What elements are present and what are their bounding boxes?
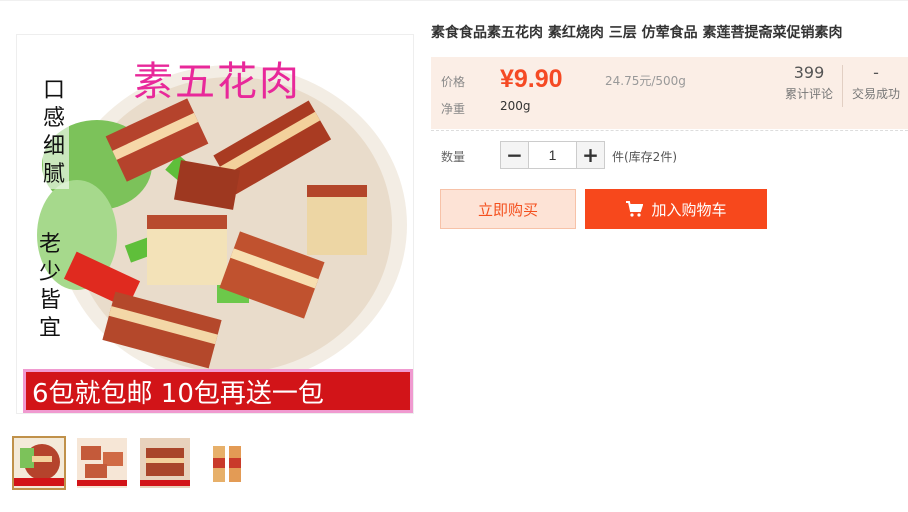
price-label: 价格 [441,75,466,89]
sales-label: 交易成功 [851,87,900,101]
stat-divider [842,65,843,107]
thumbnail-main-photo[interactable] [12,436,66,490]
plus-icon[interactable]: + [576,142,604,168]
sales-stat: - 交易成功 [848,63,904,102]
reviews-count: 399 [793,63,825,82]
quantity-input[interactable] [529,142,576,168]
buy-now-button[interactable]: 立即购买 [440,189,576,229]
image-promo-banner-text: 6包就包邮 10包再送一包 [32,378,324,409]
stock-text: 件(库存2件) [612,150,677,164]
minus-icon[interactable]: − [501,142,529,168]
unit-price: 24.75元/500g [605,74,686,88]
price-panel: 价格 ¥9.90 24.75元/500g 净重 200g 399 累计评论 - … [431,57,908,129]
weight-label: 净重 [441,102,466,116]
reviews-stat[interactable]: 399 累计评论 [781,63,837,102]
weight-value: 200g [500,99,531,113]
sales-count: - [873,63,879,82]
image-vertical-text-bottom: 老少皆宜 [39,232,62,341]
quantity-label: 数量 [441,150,466,164]
section-divider [431,130,908,131]
thumbnail-pan-photo[interactable] [138,436,192,490]
image-vertical-text-left: 口感细腻 [43,77,69,189]
cart-icon [625,201,644,217]
add-to-cart-label: 加入购物车 [651,200,727,219]
image-promo-banner: 6包就包邮 10包再送一包 [23,369,413,413]
image-overlay-title: 素五花肉 [133,59,301,105]
thumbnail-package-photo[interactable] [201,436,255,490]
add-to-cart-button[interactable]: 加入购物车 [585,189,767,229]
price-value: ¥9.90 [500,65,563,93]
top-divider [0,0,908,1]
main-product-image[interactable]: 素五花肉 口感细腻 老少皆宜 6包就包邮 10包再送一包 [16,34,414,414]
quantity-stepper: − + [500,141,605,169]
product-title: 素食食品素五花肉 素红烧肉 三层 仿荤食品 素莲菩提斋菜促销素肉 [431,25,843,41]
thumbnail-sliced-photo[interactable] [75,436,129,490]
reviews-label: 累计评论 [784,87,833,101]
